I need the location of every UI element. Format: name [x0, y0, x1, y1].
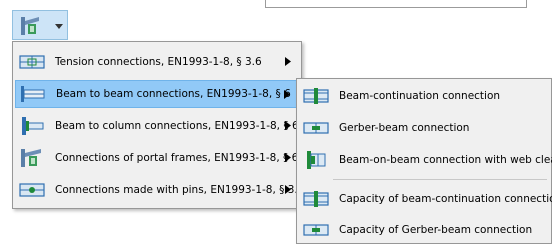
main-menu: Tension connections, EN1993-1-8, § 3.6 B…: [12, 41, 311, 209]
gerber-beam-capacity-icon: [303, 220, 329, 240]
submenu-item-web-cleats[interactable]: Beam-on-beam connection with web cleats: [299, 146, 552, 174]
menu-item-pin-connections[interactable]: Connections made with pins, EN1993-1-8, …: [15, 176, 311, 204]
beam-to-beam-submenu: Beam-continuation connection Gerber-beam…: [296, 78, 552, 244]
web-cleats-icon: [303, 150, 329, 170]
submenu-item-label: Beam-continuation connection: [339, 90, 501, 102]
submenu-item-label: Capacity of Gerber-beam connection: [339, 224, 533, 236]
beam-to-beam-icon: [20, 84, 46, 104]
menu-item-label: Connections made with pins, EN1993-1-8, …: [55, 184, 312, 196]
portal-frame-icon: [19, 15, 43, 37]
menu-item-label: Connections of portal frames, EN1993-1-8…: [55, 152, 299, 164]
menu-item-portal-frames[interactable]: Connections of portal frames, EN1993-1-8…: [15, 144, 299, 172]
pin-connection-icon: [19, 180, 45, 200]
submenu-item-beam-continuation-capacity[interactable]: Capacity of beam-continuation connection: [299, 185, 552, 213]
gerber-beam-icon: [303, 118, 329, 138]
menu-item-label: Beam to column connections, EN1993-1-8, …: [55, 120, 299, 132]
submenu-arrow-icon: [285, 153, 291, 162]
menu-item-label: Tension connections, EN1993-1-8, § 3.6: [55, 56, 262, 68]
submenu-arrow-icon: [285, 57, 291, 66]
menu-item-beam-to-column[interactable]: Beam to column connections, EN1993-1-8, …: [15, 112, 299, 140]
submenu-item-label: Capacity of beam-continuation connection: [339, 193, 552, 205]
submenu-arrow-icon: [284, 90, 290, 99]
beam-to-column-icon: [19, 116, 45, 136]
menu-separator: [333, 179, 547, 180]
submenu-item-label: Beam-on-beam connection with web cleats: [339, 154, 552, 166]
beam-continuation-capacity-icon: [303, 189, 329, 209]
submenu-item-gerber-beam-capacity[interactable]: Capacity of Gerber-beam connection: [299, 216, 549, 244]
menu-item-label: Beam to beam connections, EN1993-1-8, § …: [56, 88, 291, 100]
submenu-arrow-icon: [285, 185, 291, 194]
submenu-item-label: Gerber-beam connection: [339, 122, 470, 134]
menu-item-tension-connections[interactable]: Tension connections, EN1993-1-8, § 3.6: [15, 48, 299, 76]
connections-toolbar-button[interactable]: [12, 10, 68, 40]
menu-item-beam-to-beam[interactable]: Beam to beam connections, EN1993-1-8, § …: [15, 80, 299, 108]
submenu-arrow-icon: [285, 121, 291, 130]
portal-frame-icon: [19, 148, 45, 168]
submenu-item-beam-continuation[interactable]: Beam-continuation connection: [299, 82, 549, 110]
input-box-edge: [265, 0, 527, 8]
submenu-item-gerber-beam[interactable]: Gerber-beam connection: [299, 114, 549, 142]
beam-continuation-icon: [303, 86, 329, 106]
chevron-down-icon[interactable]: [51, 20, 67, 32]
tension-connection-icon: [19, 52, 45, 72]
